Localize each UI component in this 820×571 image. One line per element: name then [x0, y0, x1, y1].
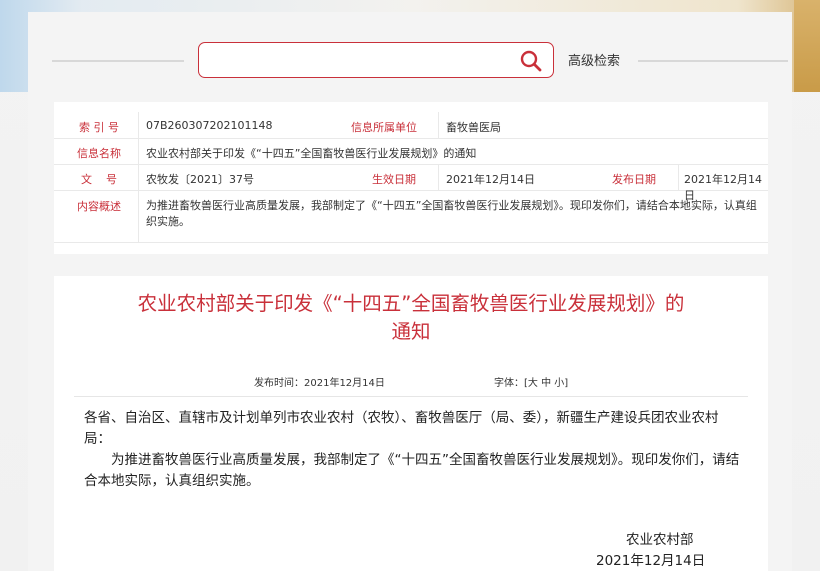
info-table: 索 引 号 07B260307202101148 信息所属单位 畜牧兽医局 信息…: [54, 102, 768, 254]
index-value: 07B260307202101148: [146, 119, 273, 132]
search-row: 高级检索: [28, 40, 792, 80]
cell-divider: [138, 112, 139, 138]
search-input[interactable]: [209, 49, 513, 73]
name-value: 农业农村部关于印发《“十四五”全国畜牧兽医行业发展规划》的通知: [146, 147, 477, 160]
cell-divider: [138, 138, 139, 164]
search-divider-left: [52, 60, 184, 62]
font-size-label: 字体：: [494, 378, 524, 389]
article-card: 农业农村部关于印发《“十四五”全国畜牧兽医行业发展规划》的 通知 发布时间：20…: [54, 276, 768, 571]
effective-value: 2021年12月14日: [446, 173, 535, 186]
unit-value: 畜牧兽医局: [446, 121, 501, 134]
font-size-selector: 字体：[大 中 小]: [494, 374, 568, 389]
article-title: 农业农村部关于印发《“十四五”全国畜牧兽医行业发展规划》的 通知: [74, 290, 748, 346]
main-container: 高级检索 索 引 号 07B260307202101148 信息所属单位 畜牧兽…: [28, 12, 792, 571]
article-paragraph-1: 各省、自治区、直辖市及计划单列市农业农村（农牧）、畜牧兽医厅（局、委），新疆生产…: [84, 410, 719, 447]
publish-label: 发布日期: [612, 173, 656, 186]
font-medium-button[interactable]: 中: [541, 378, 551, 389]
search-divider-right: [638, 60, 788, 62]
cell-divider: [438, 164, 439, 190]
info-row-summary: 内容概述 为推进畜牧兽医行业高质量发展，我部制定了《“十四五”全国畜牧兽医行业发…: [54, 190, 768, 243]
effective-label: 生效日期: [372, 173, 416, 186]
article-paragraph-2: 为推进畜牧兽医行业高质量发展，我部制定了《“十四五”全国畜牧兽医行业发展规划》。…: [84, 452, 740, 489]
unit-label: 信息所属单位: [351, 121, 417, 134]
summary-label: 内容概述: [77, 200, 121, 213]
publish-time-label: 发布时间：: [254, 378, 304, 389]
doc-value: 农牧发〔2021〕37号: [146, 173, 254, 186]
info-row-doc: 文 号 农牧发〔2021〕37号 生效日期 2021年12月14日 发布日期 2…: [54, 164, 768, 202]
doc-label: 文 号: [81, 173, 117, 186]
cell-divider: [138, 164, 139, 190]
cell-divider: [138, 190, 139, 242]
signature-org: 农业农村部: [626, 532, 694, 548]
cell-divider: [678, 164, 679, 190]
font-large-button[interactable]: 大: [528, 378, 538, 389]
search-box: [198, 42, 554, 78]
advanced-search-link[interactable]: 高级检索: [568, 50, 620, 69]
banner-wheat-decoration: [794, 0, 820, 92]
meta-divider: [74, 396, 748, 397]
article-title-line2: 通知: [391, 320, 431, 343]
page: 高级检索 索 引 号 07B260307202101148 信息所属单位 畜牧兽…: [0, 0, 820, 571]
index-label: 索 引 号: [79, 121, 119, 134]
signature-date: 2021年12月14日: [596, 553, 706, 569]
search-icon[interactable]: [519, 49, 543, 73]
publish-time-value: 2021年12月14日: [304, 378, 385, 389]
info-row-index: 索 引 号 07B260307202101148 信息所属单位 畜牧兽医局: [54, 112, 768, 139]
font-small-button[interactable]: 小: [554, 378, 564, 389]
summary-value: 为推进畜牧兽医行业高质量发展，我部制定了《“十四五”全国畜牧兽医行业发展规划》。…: [146, 199, 757, 228]
font-bracket-close: ]: [564, 378, 569, 389]
publish-time: 发布时间：2021年12月14日: [254, 374, 385, 389]
info-row-name: 信息名称 农业农村部关于印发《“十四五”全国畜牧兽医行业发展规划》的通知: [54, 138, 768, 165]
article-title-line1: 农业农村部关于印发《“十四五”全国畜牧兽医行业发展规划》的: [137, 292, 685, 315]
cell-divider: [438, 112, 439, 138]
name-label: 信息名称: [77, 147, 121, 160]
article-body: 各省、自治区、直辖市及计划单列市农业农村（农牧）、畜牧兽医厅（局、委），新疆生产…: [84, 408, 740, 492]
